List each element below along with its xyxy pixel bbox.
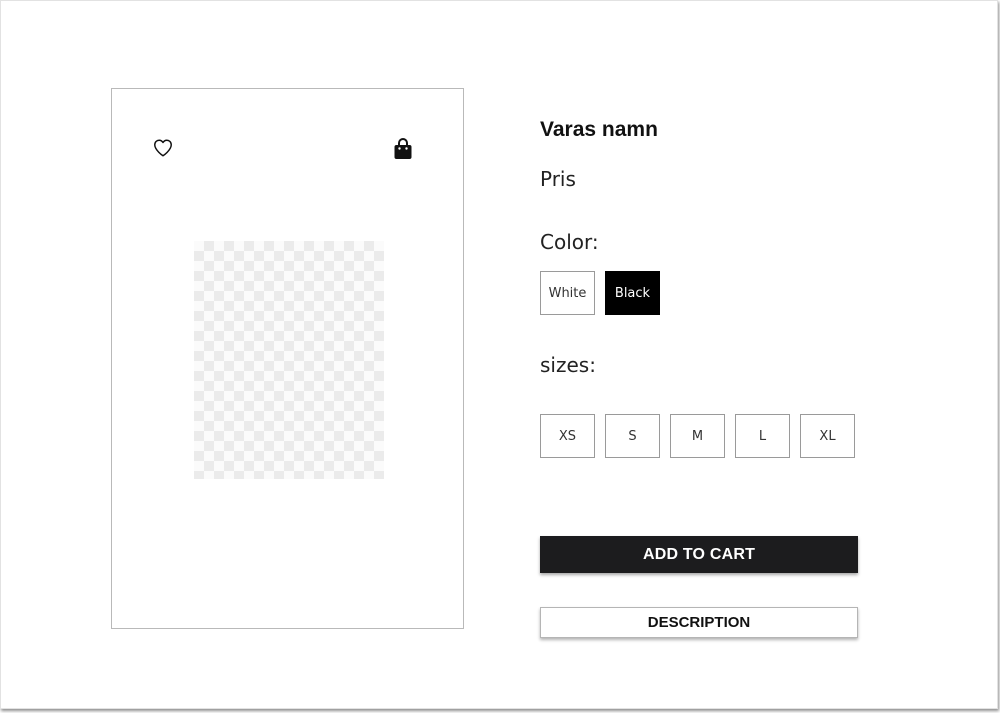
size-option-xl[interactable]: XL	[800, 414, 855, 458]
shopping-bag-icon[interactable]	[393, 137, 413, 161]
page-frame: Varas namn Pris Color: White Black sizes…	[0, 0, 998, 709]
add-to-cart-button[interactable]: ADD TO CART	[540, 536, 858, 573]
heart-icon[interactable]	[152, 137, 174, 159]
product-title: Varas namn	[540, 118, 658, 141]
size-option-xs[interactable]: XS	[540, 414, 595, 458]
description-button[interactable]: DESCRIPTION	[540, 607, 858, 638]
color-label: Color:	[540, 230, 599, 254]
size-option-m[interactable]: M	[670, 414, 725, 458]
product-image-placeholder	[194, 241, 384, 479]
color-option-black[interactable]: Black	[605, 271, 660, 315]
product-price: Pris	[540, 167, 576, 191]
product-image-card	[111, 88, 464, 629]
size-option-l[interactable]: L	[735, 414, 790, 458]
sizes-label: sizes:	[540, 353, 596, 377]
color-option-white[interactable]: White	[540, 271, 595, 315]
size-option-s[interactable]: S	[605, 414, 660, 458]
